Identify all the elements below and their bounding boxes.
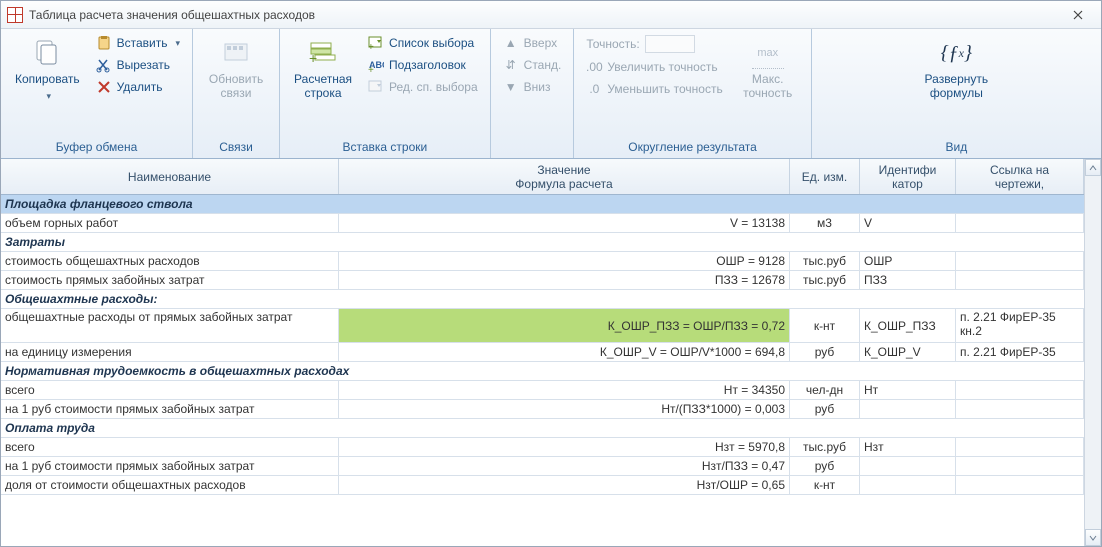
svg-text:+: + [368, 42, 374, 51]
table-row[interactable]: стоимость общешахтных расходовОШР = 9128… [1, 252, 1084, 271]
move-up-button: ▲Вверх [499, 33, 566, 53]
group-view: {ƒx} Развернуть формулы Вид [812, 29, 1101, 158]
col-name[interactable]: Наименование [1, 159, 339, 194]
subheader-icon: ABC+ [368, 57, 384, 73]
vertical-scrollbar[interactable] [1084, 159, 1101, 546]
group-clipboard: Копировать Вставить Вырезать Удалить Буф… [1, 29, 193, 158]
group-rounding: Точность: .00Увеличить точность .0Уменьш… [574, 29, 811, 158]
table-row[interactable]: всегоНзт = 5970,8тыс.рубНзт [1, 438, 1084, 457]
copy-button[interactable]: Копировать [9, 33, 86, 102]
section-row[interactable]: Площадка фланцевого ствола [1, 195, 1084, 214]
col-value[interactable]: Значение Формула расчета [339, 159, 790, 194]
delete-icon [96, 79, 112, 95]
paste-icon [96, 35, 112, 51]
col-ref[interactable]: Ссылка на чертежи, [956, 159, 1084, 194]
group-insert-row-label: Вставка строки [288, 138, 482, 156]
move-down-button: ▼Вниз [499, 77, 566, 97]
update-links-label: Обновить связи [209, 73, 263, 101]
scroll-track[interactable] [1085, 176, 1101, 529]
dec-precision-button: .0Уменьшить точность [582, 79, 726, 99]
calc-row-button[interactable]: + Расчетная строка [288, 33, 358, 101]
table-row[interactable]: общешахтные расходы от прямых забойных з… [1, 309, 1084, 343]
col-unit[interactable]: Ед. изм. [790, 159, 860, 194]
fx-icon: {ƒx} [940, 37, 972, 69]
titlebar: Таблица расчета значения общешахтных рас… [1, 1, 1101, 29]
expand-formulas-label: Развернуть формулы [925, 73, 989, 101]
section-row[interactable]: Оплата труда [1, 419, 1084, 438]
calc-row-label: Расчетная строка [294, 73, 352, 101]
max-precision-icon: max [752, 37, 784, 69]
table-row[interactable]: всегоНт = 34350чел-днНт [1, 381, 1084, 400]
subheader-label: Подзаголовок [389, 58, 466, 72]
edit-choice-button: Ред. сп. выбора [364, 77, 482, 97]
svg-text:+: + [309, 50, 317, 66]
choice-list-icon: + [368, 35, 384, 51]
ribbon: Копировать Вставить Вырезать Удалить Буф… [1, 29, 1101, 159]
copy-label: Копировать [15, 73, 80, 87]
table-row[interactable]: на 1 руб стоимости прямых забойных затра… [1, 457, 1084, 476]
group-insert-row: + Расчетная строка + Список выбора ABC+ … [280, 29, 491, 158]
choice-list-button[interactable]: + Список выбора [364, 33, 482, 53]
calc-row-icon: + [307, 37, 339, 69]
group-links-label: Связи [201, 138, 271, 156]
close-button[interactable] [1061, 5, 1095, 25]
cut-icon [96, 57, 112, 73]
col-id[interactable]: Идентифи катор [860, 159, 956, 194]
close-icon [1073, 10, 1083, 20]
update-links-button: Обновить связи [201, 33, 271, 101]
group-links: Обновить связи Связи [193, 29, 280, 158]
move-std-button: ⇵Станд. [499, 55, 566, 75]
edit-choice-icon [368, 79, 384, 95]
dec-precision-icon: .0 [586, 81, 602, 97]
data-grid[interactable]: Наименование Значение Формула расчета Ед… [1, 159, 1084, 546]
paste-button[interactable]: Вставить [92, 33, 184, 53]
subheader-button[interactable]: ABC+ Подзаголовок [364, 55, 482, 75]
table-row[interactable]: объем горных работV = 13138м3V [1, 214, 1084, 233]
header-row: Наименование Значение Формула расчета Ед… [1, 159, 1084, 195]
table-row[interactable]: на единицу измеренияК_ОШР_V = ОШР/V*1000… [1, 343, 1084, 362]
expand-formulas-button[interactable]: {ƒx} Развернуть формулы [919, 33, 995, 101]
chevron-up-icon [1089, 164, 1097, 172]
copy-icon [31, 37, 63, 69]
arrow-updown-icon: ⇵ [503, 57, 519, 73]
paste-label: Вставить [117, 36, 168, 50]
group-move-label [499, 138, 566, 156]
grid-area: Наименование Значение Формула расчета Ед… [1, 159, 1101, 546]
scroll-down-button[interactable] [1085, 529, 1101, 546]
precision-label: Точность: [586, 37, 639, 51]
arrow-down-icon: ▼ [503, 79, 519, 95]
section-row[interactable]: Нормативная трудоемкость в общешахтных р… [1, 362, 1084, 381]
delete-button[interactable]: Удалить [92, 77, 184, 97]
group-rounding-label: Округление результата [582, 138, 802, 156]
chevron-down-icon [1089, 534, 1097, 542]
window-title: Таблица расчета значения общешахтных рас… [29, 8, 1061, 22]
cut-label: Вырезать [117, 58, 170, 72]
scroll-up-button[interactable] [1085, 159, 1101, 176]
edit-choice-label: Ред. сп. выбора [389, 80, 478, 94]
cut-button[interactable]: Вырезать [92, 55, 184, 75]
arrow-up-icon: ▲ [503, 35, 519, 51]
svg-text:+: + [368, 65, 374, 73]
max-precision-label: Макс. точность [743, 73, 792, 101]
group-clipboard-label: Буфер обмена [9, 138, 184, 156]
app-icon [7, 7, 23, 23]
max-precision-button: max Макс. точность [733, 33, 803, 101]
delete-label: Удалить [117, 80, 163, 94]
table-row[interactable]: стоимость прямых забойных затратПЗЗ = 12… [1, 271, 1084, 290]
section-row[interactable]: Затраты [1, 233, 1084, 252]
group-view-label: Вид [820, 138, 1093, 156]
inc-precision-button: .00Увеличить точность [582, 57, 726, 77]
precision-label-row: Точность: [582, 33, 726, 55]
inc-precision-icon: .00 [586, 59, 602, 75]
table-row[interactable]: доля от стоимости общешахтных расходовНз… [1, 476, 1084, 495]
update-links-icon [220, 37, 252, 69]
section-row[interactable]: Общешахтные расходы: [1, 290, 1084, 309]
group-move: ▲Вверх ⇵Станд. ▼Вниз [491, 29, 575, 158]
choice-list-label: Список выбора [389, 36, 474, 50]
table-row[interactable]: на 1 руб стоимости прямых забойных затра… [1, 400, 1084, 419]
rows-container: Площадка фланцевого ствола объем горных … [1, 195, 1084, 546]
